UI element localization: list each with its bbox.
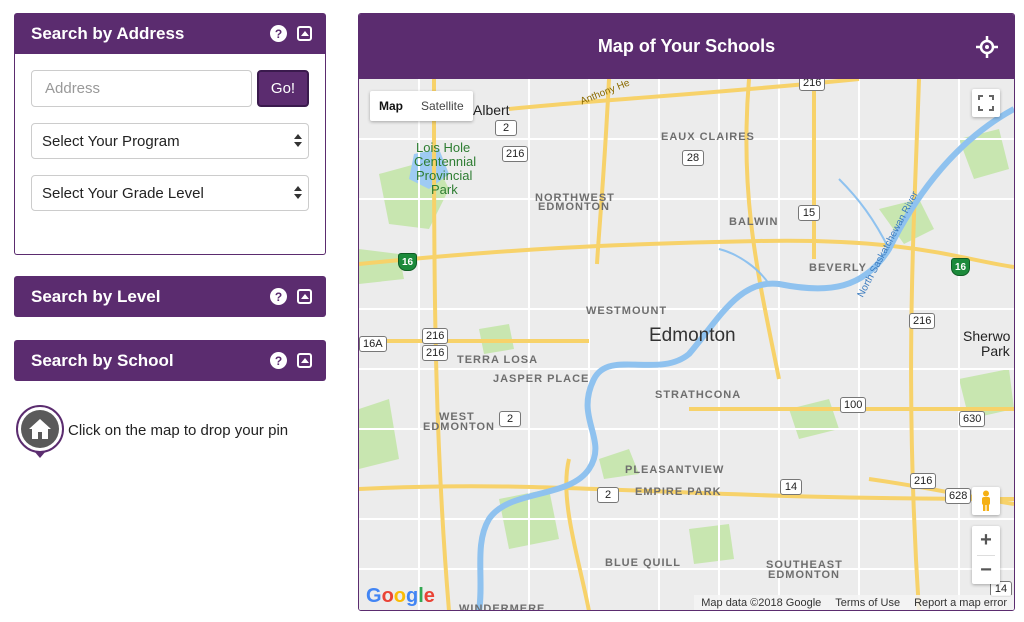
map-label: WESTMOUNT bbox=[586, 305, 668, 317]
expand-icon[interactable] bbox=[297, 289, 312, 304]
search-by-school-header[interactable]: Search by School ? bbox=[14, 340, 326, 381]
map-canvas[interactable]: Albert Lois Hole Centennial Provincial P… bbox=[359, 79, 1014, 611]
highway-16-shield: 16 bbox=[398, 253, 417, 271]
expand-icon[interactable] bbox=[297, 353, 312, 368]
map-label: Park bbox=[981, 343, 1010, 359]
fullscreen-icon bbox=[978, 95, 994, 111]
search-by-level-header[interactable]: Search by Level ? bbox=[14, 276, 326, 317]
route-shield: 216 bbox=[422, 345, 449, 361]
map-label: STRATHCONA bbox=[655, 389, 742, 401]
drop-pin-text: Click on the map to drop your pin bbox=[68, 421, 289, 439]
select-arrows-icon bbox=[294, 186, 302, 199]
map-panel: Map of Your Schools Albert Lois Hole Cen… bbox=[358, 13, 1015, 611]
route-shield: 14 bbox=[780, 479, 802, 495]
google-logo: Google bbox=[366, 585, 435, 608]
map-label: JASPER PLACE bbox=[493, 373, 590, 385]
map-label: EDMONTON bbox=[538, 201, 610, 213]
map-label: TERRA LOSA bbox=[457, 354, 539, 366]
zoom-in-button[interactable]: + bbox=[972, 526, 1000, 555]
map-type-map-button[interactable]: Map bbox=[370, 91, 412, 121]
google-logo-letter: e bbox=[423, 585, 435, 607]
highway-16-shield: 16 bbox=[951, 258, 970, 276]
map-label: Albert bbox=[473, 102, 510, 118]
map-label: BLUE QUILL bbox=[605, 557, 681, 569]
drop-pin-hint: Click on the map to drop your pin bbox=[14, 405, 288, 461]
search-by-level-panel: Search by Level ? bbox=[14, 276, 326, 317]
route-shield: 216 bbox=[909, 313, 936, 329]
map-label: EAUX CLAIRES bbox=[661, 131, 755, 143]
help-icon[interactable]: ? bbox=[270, 288, 287, 305]
route-shield: 2 bbox=[495, 120, 517, 136]
google-logo-letter: G bbox=[366, 585, 382, 607]
map-attribution: Map data ©2018 Google Terms of Use Repor… bbox=[694, 595, 1014, 610]
collapse-icon[interactable] bbox=[297, 26, 312, 41]
map-label: WINDERMERE bbox=[459, 603, 546, 611]
terms-of-use-link[interactable]: Terms of Use bbox=[828, 597, 907, 609]
route-shield: 216 bbox=[910, 473, 937, 489]
route-shield: 2 bbox=[499, 411, 521, 427]
route-shield: 628 bbox=[945, 488, 972, 504]
map-label: EMPIRE PARK bbox=[635, 486, 722, 498]
map-label: EDMONTON bbox=[768, 569, 840, 581]
map-label: Provincial bbox=[416, 168, 473, 183]
search-by-school-panel: Search by School ? bbox=[14, 340, 326, 381]
route-shield: 15 bbox=[798, 205, 820, 221]
help-icon[interactable]: ? bbox=[270, 25, 287, 42]
select-arrows-icon bbox=[294, 134, 302, 147]
route-shield: 630 bbox=[959, 411, 986, 427]
route-shield: 216 bbox=[422, 328, 449, 344]
program-select-value: Select Your Program bbox=[42, 132, 180, 150]
panel-title: Search by Level bbox=[31, 286, 161, 306]
route-shield: 100 bbox=[840, 397, 867, 413]
map-label: PLEASANTVIEW bbox=[625, 464, 725, 476]
route-shield: 28 bbox=[682, 150, 704, 166]
search-by-address-panel: Search by Address ? Go! Select Your Prog… bbox=[14, 13, 326, 255]
grade-level-select-value: Select Your Grade Level bbox=[42, 184, 204, 202]
go-button[interactable]: Go! bbox=[257, 70, 309, 107]
google-logo-letter: o bbox=[381, 585, 394, 607]
route-shield: 2 bbox=[597, 487, 619, 503]
grade-level-select[interactable]: Select Your Grade Level bbox=[31, 175, 309, 211]
route-shield: 216 bbox=[502, 146, 529, 162]
address-input[interactable] bbox=[31, 70, 252, 107]
locate-icon[interactable] bbox=[976, 36, 998, 58]
street-view-button[interactable] bbox=[972, 487, 1000, 515]
map-label: BEVERLY bbox=[809, 262, 867, 274]
map-label: Centennial bbox=[414, 154, 477, 169]
panel-title: Search by Address bbox=[31, 23, 185, 43]
zoom-control: + − bbox=[972, 526, 1000, 584]
report-map-error-link[interactable]: Report a map error bbox=[907, 597, 1014, 609]
zoom-out-button[interactable]: − bbox=[972, 556, 1000, 585]
map-label: EDMONTON bbox=[423, 421, 495, 433]
fullscreen-button[interactable] bbox=[972, 89, 1000, 117]
map-header: Map of Your Schools bbox=[359, 14, 1014, 79]
map-label: Sherwo bbox=[963, 328, 1011, 344]
google-logo-letter: o bbox=[393, 585, 406, 607]
search-by-address-header[interactable]: Search by Address ? bbox=[14, 13, 326, 54]
panel-title: Search by School bbox=[31, 350, 174, 370]
home-pin-icon[interactable] bbox=[14, 405, 66, 461]
route-shield: 216 bbox=[799, 79, 826, 91]
map-data-text: Map data ©2018 Google bbox=[701, 597, 822, 609]
route-shield: 16A bbox=[359, 336, 387, 352]
map-title: Map of Your Schools bbox=[597, 36, 776, 56]
map-label: Lois Hole bbox=[416, 140, 471, 155]
map-label-city: Edmonton bbox=[649, 325, 736, 346]
map-type-control: Map Satellite bbox=[370, 91, 473, 121]
pegman-icon bbox=[982, 490, 990, 511]
program-select[interactable]: Select Your Program bbox=[31, 123, 309, 159]
google-logo-letter: g bbox=[406, 585, 419, 607]
help-icon[interactable]: ? bbox=[270, 352, 287, 369]
search-by-address-body: Go! Select Your Program Select Your Grad… bbox=[14, 54, 326, 255]
map-label: BALWIN bbox=[729, 216, 779, 228]
map-label: Park bbox=[431, 182, 458, 197]
map-type-satellite-button[interactable]: Satellite bbox=[412, 91, 473, 121]
